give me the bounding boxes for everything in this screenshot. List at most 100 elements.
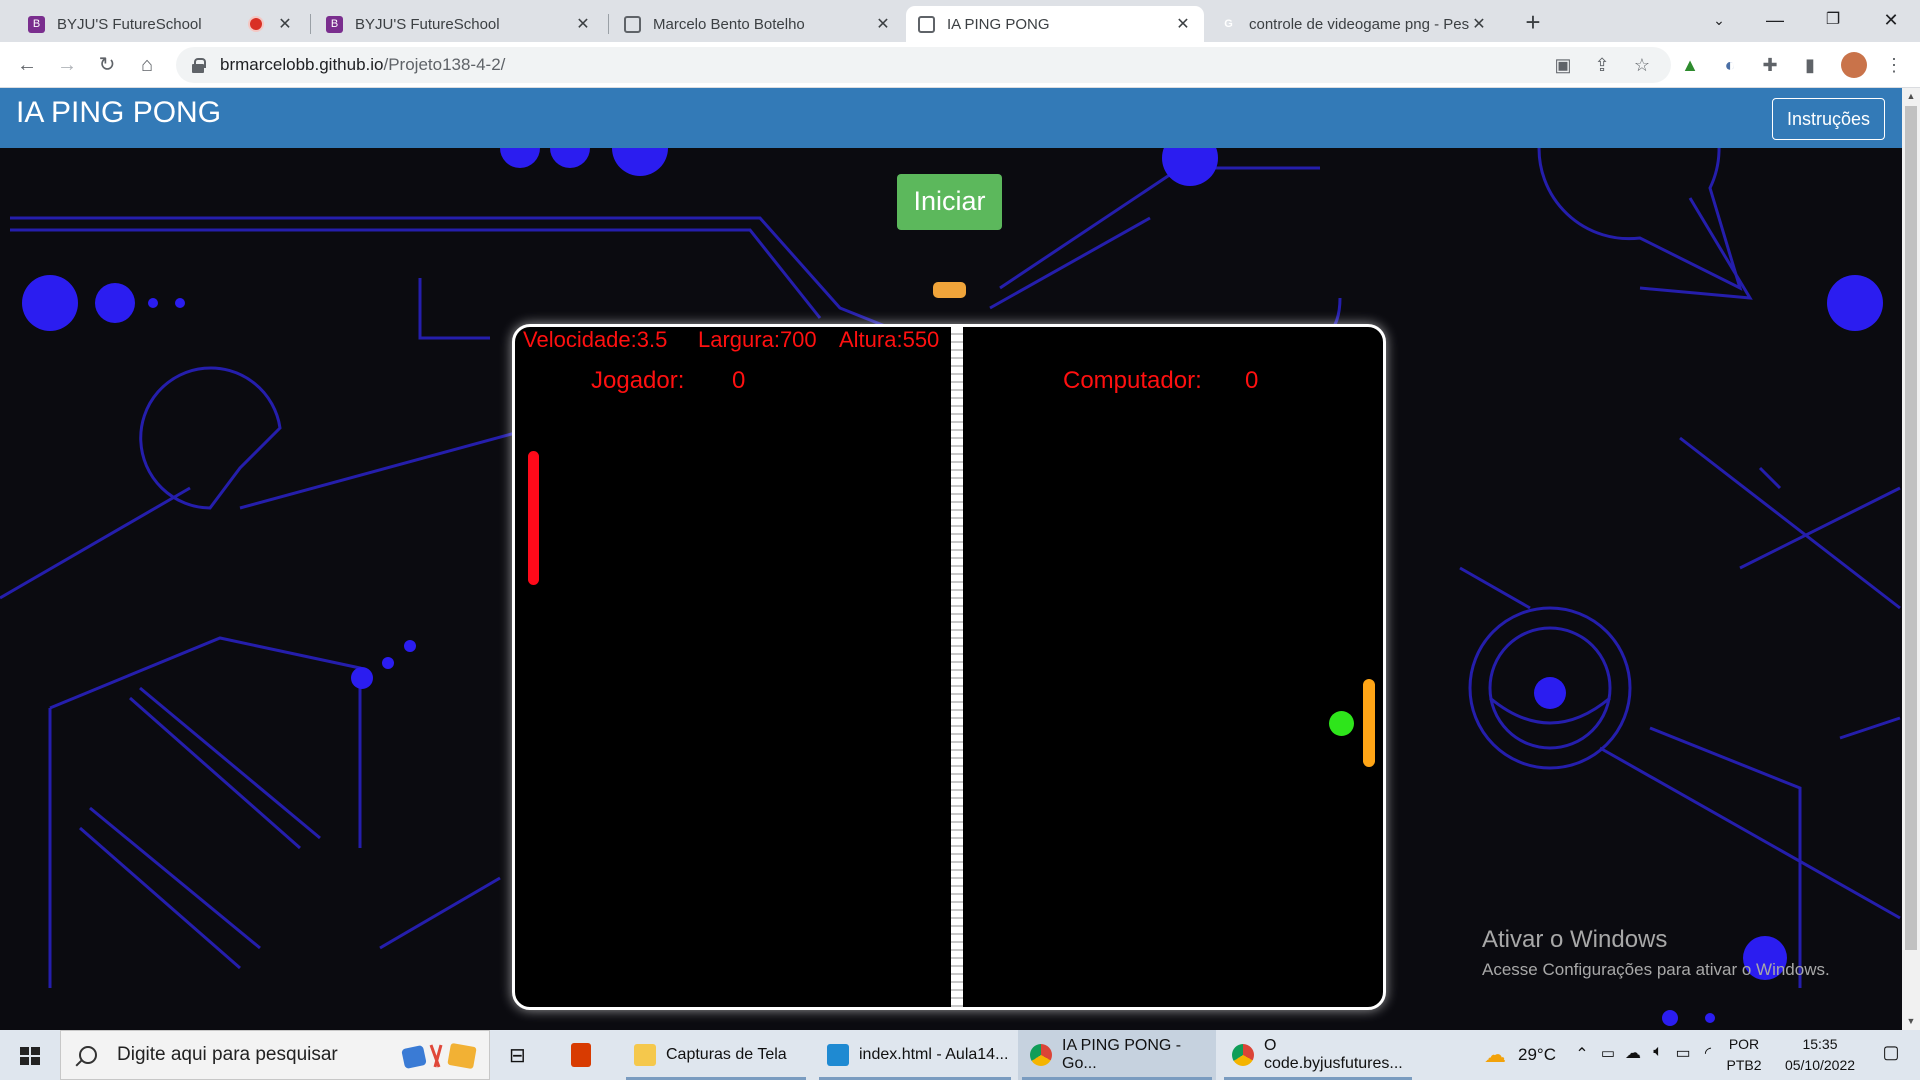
globe-icon — [624, 15, 641, 33]
cast-blocked-icon[interactable]: ▣ — [1549, 51, 1577, 79]
volume-icon[interactable]: 🔈︎ — [1646, 1043, 1670, 1061]
page-title: IA PING PONG — [16, 96, 222, 129]
center-net — [951, 327, 963, 1007]
tab-title: controle de videogame png - Pes — [1249, 15, 1470, 33]
scrollbar-thumb[interactable] — [1905, 106, 1917, 950]
close-window-button[interactable]: ✕ — [1862, 0, 1920, 40]
task-view-icon[interactable]: ⊟ — [505, 1030, 535, 1080]
taskbar-app-label: O code.byjusfutures... — [1264, 1037, 1403, 1072]
player-score: 0 — [732, 367, 746, 394]
taskbar-app-vscode[interactable]: index.html - Aula14... — [815, 1030, 1015, 1080]
browser-toolbar: ← → ↻ ⌂ brmarcelobb.github.io/Projeto138… — [0, 42, 1920, 88]
globe-icon — [918, 15, 935, 33]
url-text: brmarcelobb.github.io/Projeto138-4-2/ — [220, 55, 505, 75]
reload-icon[interactable]: ↻ — [92, 50, 122, 80]
page-viewport: IA PING PONG Instruções Iniciar Velocida… — [0, 88, 1902, 1030]
avatar[interactable] — [1840, 51, 1868, 79]
player-paddle — [528, 451, 539, 585]
lock-icon — [192, 58, 206, 73]
speed-label: Velocidade:3.5 — [523, 327, 668, 352]
computer-paddle — [1363, 679, 1375, 767]
search-highlight-icon — [401, 1043, 477, 1069]
forward-icon[interactable]: → — [52, 50, 82, 80]
onedrive-icon[interactable]: ☁ — [1620, 1043, 1646, 1063]
computer-score: 0 — [1245, 367, 1259, 394]
extension-circle-icon[interactable]: ◐ — [1716, 51, 1744, 79]
extensions-puzzle-icon[interactable]: ✚ — [1756, 51, 1784, 79]
computer-label: Computador: — [1063, 367, 1202, 394]
instructions-button[interactable]: Instruções — [1772, 98, 1885, 140]
tab-byjus-1[interactable]: B BYJU'S FutureSchool ✕ — [16, 6, 306, 42]
restore-button[interactable]: ❐ — [1804, 0, 1862, 40]
chrome-icon — [1232, 1044, 1254, 1066]
taskbar-app-chrome-byjus[interactable]: O code.byjusfutures... — [1220, 1030, 1416, 1080]
url-path: /Projeto138-4-2/ — [383, 55, 506, 74]
clock-time[interactable]: 15:35 — [1776, 1036, 1864, 1052]
game-canvas[interactable]: Velocidade:3.5 Largura:700 Altura:550 Jo… — [512, 324, 1386, 1010]
close-icon[interactable]: ✕ — [1174, 14, 1192, 34]
windows-taskbar: Digite aqui para pesquisar ⊟ Capturas de… — [0, 1030, 1920, 1080]
recording-icon — [250, 18, 262, 30]
weather-icon[interactable]: ☁ — [1480, 1042, 1510, 1068]
close-icon[interactable]: ✕ — [874, 14, 892, 34]
tab-search-icon[interactable]: ⌄ — [1690, 0, 1748, 40]
page-scrollbar[interactable]: ▲ ▼ — [1902, 88, 1920, 1030]
show-hidden-icons-icon[interactable]: ⌃ — [1570, 1044, 1594, 1064]
tab-title: IA PING PONG — [947, 15, 1050, 33]
close-icon[interactable]: ✕ — [574, 14, 592, 34]
clock-date[interactable]: 05/10/2022 — [1776, 1057, 1864, 1073]
folder-icon — [634, 1044, 656, 1066]
close-icon[interactable]: ✕ — [1470, 14, 1488, 34]
scroll-down-icon[interactable]: ▼ — [1902, 1013, 1920, 1030]
chrome-icon — [1030, 1044, 1052, 1066]
floating-ball — [933, 282, 966, 298]
start-button[interactable]: Iniciar — [897, 174, 1002, 230]
taskbar-app-label: Capturas de Tela — [666, 1046, 787, 1063]
tab-google-search[interactable]: G controle de videogame png - Pes ✕ — [1208, 6, 1500, 42]
tab-marcelo[interactable]: Marcelo Bento Botelho ✕ — [612, 6, 904, 42]
html-extension-icon[interactable]: ▲ — [1676, 51, 1704, 79]
height-label: Altura:550 — [839, 327, 940, 352]
scroll-up-icon[interactable]: ▲ — [1902, 88, 1920, 105]
byjus-icon: B — [28, 15, 45, 33]
system-tray: ☁ 29°C ⌃ ▭ ☁ 🔈︎ ▭ ◜ POR PTB2 15:35 05/10… — [1480, 1030, 1920, 1080]
home-icon[interactable]: ⌂ — [132, 50, 162, 80]
side-panel-icon[interactable]: ▮ — [1796, 51, 1824, 79]
tab-byjus-2[interactable]: B BYJU'S FutureSchool ✕ — [314, 6, 604, 42]
google-icon: G — [1224, 18, 1233, 30]
start-button-windows[interactable] — [0, 1030, 60, 1080]
taskbar-app-label: index.html - Aula14... — [859, 1046, 1009, 1063]
search-icon — [79, 1046, 97, 1064]
tab-ia-ping-pong[interactable]: IA PING PONG ✕ — [906, 6, 1204, 42]
menu-icon[interactable]: ⋮ — [1880, 51, 1908, 79]
address-bar[interactable]: brmarcelobb.github.io/Projeto138-4-2/ — [176, 47, 1671, 83]
windows-activation-watermark: Ativar o Windows Acesse Configurações pa… — [1482, 926, 1830, 980]
keyboard-layout[interactable]: PTB2 — [1724, 1057, 1764, 1073]
taskbar-app-chrome-pingpong[interactable]: IA PING PONG - Go... — [1018, 1030, 1216, 1080]
minimize-button[interactable]: — — [1746, 0, 1804, 40]
close-icon[interactable]: ✕ — [276, 14, 294, 34]
share-icon[interactable]: ⇪ — [1588, 51, 1616, 79]
new-tab-button[interactable]: + — [1518, 8, 1548, 38]
taskbar-app-capturas[interactable]: Capturas de Tela — [622, 1030, 810, 1080]
weather-temp[interactable]: 29°C — [1510, 1045, 1564, 1065]
battery-icon[interactable]: ▭ — [1670, 1043, 1696, 1063]
tab-title: Marcelo Bento Botelho — [653, 15, 805, 33]
navbar: IA PING PONG Instruções — [0, 88, 1902, 148]
tab-title: BYJU'S FutureSchool — [355, 15, 500, 33]
taskbar-search[interactable]: Digite aqui para pesquisar — [60, 1030, 490, 1080]
meet-now-icon[interactable]: ▭ — [1596, 1044, 1620, 1062]
office-icon[interactable] — [560, 1030, 602, 1080]
wifi-icon[interactable]: ◜ — [1696, 1043, 1720, 1063]
bookmark-star-icon[interactable]: ☆ — [1628, 51, 1656, 79]
notifications-icon[interactable]: ▢ — [1876, 1042, 1906, 1063]
taskbar-app-label: IA PING PONG - Go... — [1062, 1037, 1182, 1072]
language-indicator[interactable]: POR — [1724, 1036, 1764, 1052]
vscode-icon — [827, 1044, 849, 1066]
activation-subtitle: Acesse Configurações para ativar o Windo… — [1482, 960, 1830, 979]
back-icon[interactable]: ← — [12, 50, 42, 80]
browser-tab-strip: B BYJU'S FutureSchool ✕ B BYJU'S FutureS… — [0, 0, 1920, 42]
byjus-icon: B — [326, 15, 343, 33]
activation-title: Ativar o Windows — [1482, 926, 1668, 953]
search-placeholder: Digite aqui para pesquisar — [117, 1044, 338, 1065]
